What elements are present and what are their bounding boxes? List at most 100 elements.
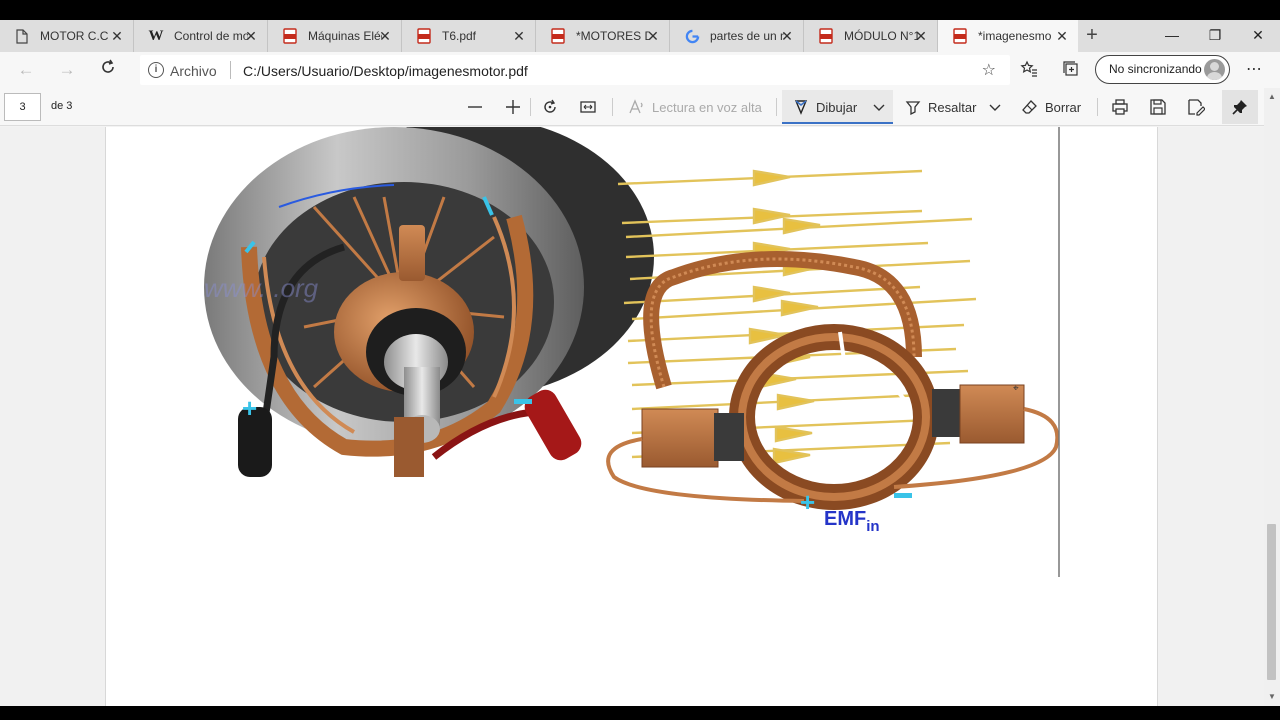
save-icon — [1150, 99, 1166, 115]
highlight-options-dropdown[interactable] — [988, 97, 1002, 117]
read-aloud-icon — [628, 98, 646, 116]
refresh-button[interactable] — [96, 58, 120, 82]
emf-label: EMFin — [824, 508, 880, 535]
profile-sync-label: No sincronizando — [1109, 62, 1202, 76]
plus-icon — [506, 100, 520, 114]
url-divider — [230, 61, 231, 79]
vertical-scrollbar[interactable]: ▲ ▼ — [1264, 88, 1280, 706]
erase-label: Borrar — [1045, 99, 1082, 115]
minus-icon — [468, 106, 482, 108]
close-tab-icon[interactable]: ✕ — [511, 28, 527, 44]
pin-toolbar-button[interactable] — [1222, 90, 1258, 124]
tab-title: T6.pdf — [442, 29, 477, 43]
close-tab-icon[interactable]: ✕ — [243, 28, 259, 44]
watermark-text: www. .org — [204, 273, 319, 303]
address-field[interactable]: i Archivo C:/Users/Usuario/Desktop/image… — [140, 55, 1010, 85]
tab-control-de-motores[interactable]: W Control de mo ✕ — [134, 20, 268, 52]
tab-title: *MOTORES DE — [576, 29, 650, 43]
text-cursor-marker: ⌖ — [1013, 383, 1019, 394]
highlighter-icon — [904, 98, 922, 116]
scroll-up-icon[interactable]: ▲ — [1267, 92, 1277, 102]
avatar — [1204, 59, 1225, 80]
fit-width-icon — [580, 101, 596, 113]
close-tab-icon[interactable]: ✕ — [1054, 28, 1070, 44]
close-tab-icon[interactable]: ✕ — [109, 28, 125, 44]
document-icon — [14, 28, 30, 44]
address-bar-row: ← → i Archivo C:/Users/Usuario/Desktop/i… — [0, 52, 1280, 88]
close-tab-icon[interactable]: ✕ — [913, 28, 929, 44]
tab-modulo-n1[interactable]: MÓDULO N°1 ✕ — [804, 20, 938, 52]
forward-button[interactable]: → — [55, 58, 79, 82]
zoom-in-button[interactable] — [504, 97, 522, 117]
toolbar-divider — [776, 98, 777, 116]
pdf-icon — [818, 28, 834, 44]
save-button[interactable] — [1149, 97, 1167, 117]
tab-partes-de-un-motor[interactable]: partes de un m ✕ — [670, 20, 804, 52]
tab-title: MOTOR C.C — [40, 29, 109, 43]
close-tab-icon[interactable]: ✕ — [779, 28, 795, 44]
draw-label: Dibujar — [816, 99, 858, 115]
close-window-button[interactable]: ✕ — [1237, 20, 1279, 52]
print-button[interactable] — [1111, 97, 1129, 117]
scroll-thumb[interactable] — [1267, 524, 1276, 680]
wikipedia-icon: W — [148, 27, 164, 44]
favorite-star-icon[interactable]: ☆ — [982, 60, 996, 80]
favorites-icon[interactable] — [1019, 60, 1039, 80]
zoom-out-button[interactable] — [466, 97, 484, 117]
tab-motor-cc[interactable]: MOTOR C.C ✕ — [0, 20, 134, 52]
minimize-button[interactable]: — — [1151, 20, 1193, 52]
draw-options-dropdown[interactable] — [872, 97, 886, 117]
save-as-button[interactable] — [1187, 97, 1205, 117]
new-tab-button[interactable]: + — [1078, 20, 1106, 52]
highlight-button[interactable]: Resaltar — [904, 97, 976, 117]
chevron-down-icon — [989, 104, 1001, 111]
positive-terminal-mark: + — [800, 487, 815, 517]
fit-page-button[interactable] — [579, 97, 597, 117]
motor-cutaway: + www. .org — [204, 127, 654, 477]
rotate-button[interactable] — [541, 97, 559, 117]
pdf-page: + www. .org + EMFin — [105, 127, 1158, 706]
highlight-label: Resaltar — [928, 99, 977, 115]
restore-button[interactable]: ❐ — [1194, 20, 1236, 52]
page-total: de 3 — [51, 100, 73, 112]
pdf-icon — [416, 28, 432, 44]
back-button[interactable]: ← — [14, 58, 38, 82]
negative-terminal-mark — [894, 493, 912, 498]
tab-imagenesmotor[interactable]: *imagenesmo ✕ — [938, 20, 1078, 52]
coil-diagram: + EMFin — [606, 169, 1060, 535]
url-text[interactable]: C:/Users/Usuario/Desktop/imagenesmotor.p… — [243, 63, 528, 79]
negative-terminal-mark — [514, 399, 532, 404]
tab-t6-pdf[interactable]: T6.pdf ✕ — [402, 20, 536, 52]
positive-terminal-mark: + — [242, 393, 257, 423]
erase-button[interactable]: Borrar — [1021, 97, 1081, 117]
print-icon — [1112, 99, 1128, 115]
pin-icon — [1232, 100, 1247, 115]
google-icon — [684, 28, 700, 44]
browser-window: MOTOR C.C ✕ W Control de mo ✕ Máquinas E… — [0, 0, 1280, 720]
scroll-down-icon[interactable]: ▼ — [1267, 692, 1277, 702]
letterbox-bottom — [0, 706, 1280, 720]
dc-motor-illustration: + www. .org + EMFin — [204, 127, 1060, 577]
tab-maquinas-electricas[interactable]: Máquinas Eléc ✕ — [268, 20, 402, 52]
close-tab-icon[interactable]: ✕ — [645, 28, 661, 44]
more-options-icon[interactable]: ⋯ — [1244, 60, 1264, 80]
draw-button[interactable]: Dibujar — [792, 97, 857, 117]
pdf-toolbar: 3 de 3 Lectura en voz alta Dibujar Resal… — [0, 88, 1280, 126]
toolbar-divider — [530, 98, 531, 116]
profile-sync-button[interactable]: No sincronizando — [1095, 55, 1230, 84]
tab-motores-de[interactable]: *MOTORES DE ✕ — [536, 20, 670, 52]
tab-title: Control de mo — [174, 29, 248, 43]
close-tab-icon[interactable]: ✕ — [377, 28, 393, 44]
url-scheme: Archivo — [170, 63, 217, 79]
pdf-viewport[interactable]: + www. .org + EMFin ⌖ — [0, 127, 1264, 706]
page-number-input[interactable]: 3 — [4, 93, 41, 121]
tab-title: MÓDULO N°1 — [844, 29, 918, 43]
info-icon[interactable]: i — [148, 62, 164, 78]
save-as-icon — [1188, 99, 1205, 116]
refresh-icon — [102, 59, 114, 73]
collections-icon[interactable] — [1061, 60, 1081, 80]
read-aloud-button[interactable]: Lectura en voz alta — [628, 97, 762, 117]
pen-icon — [792, 98, 810, 116]
pdf-icon — [952, 28, 968, 44]
pdf-icon — [550, 28, 566, 44]
